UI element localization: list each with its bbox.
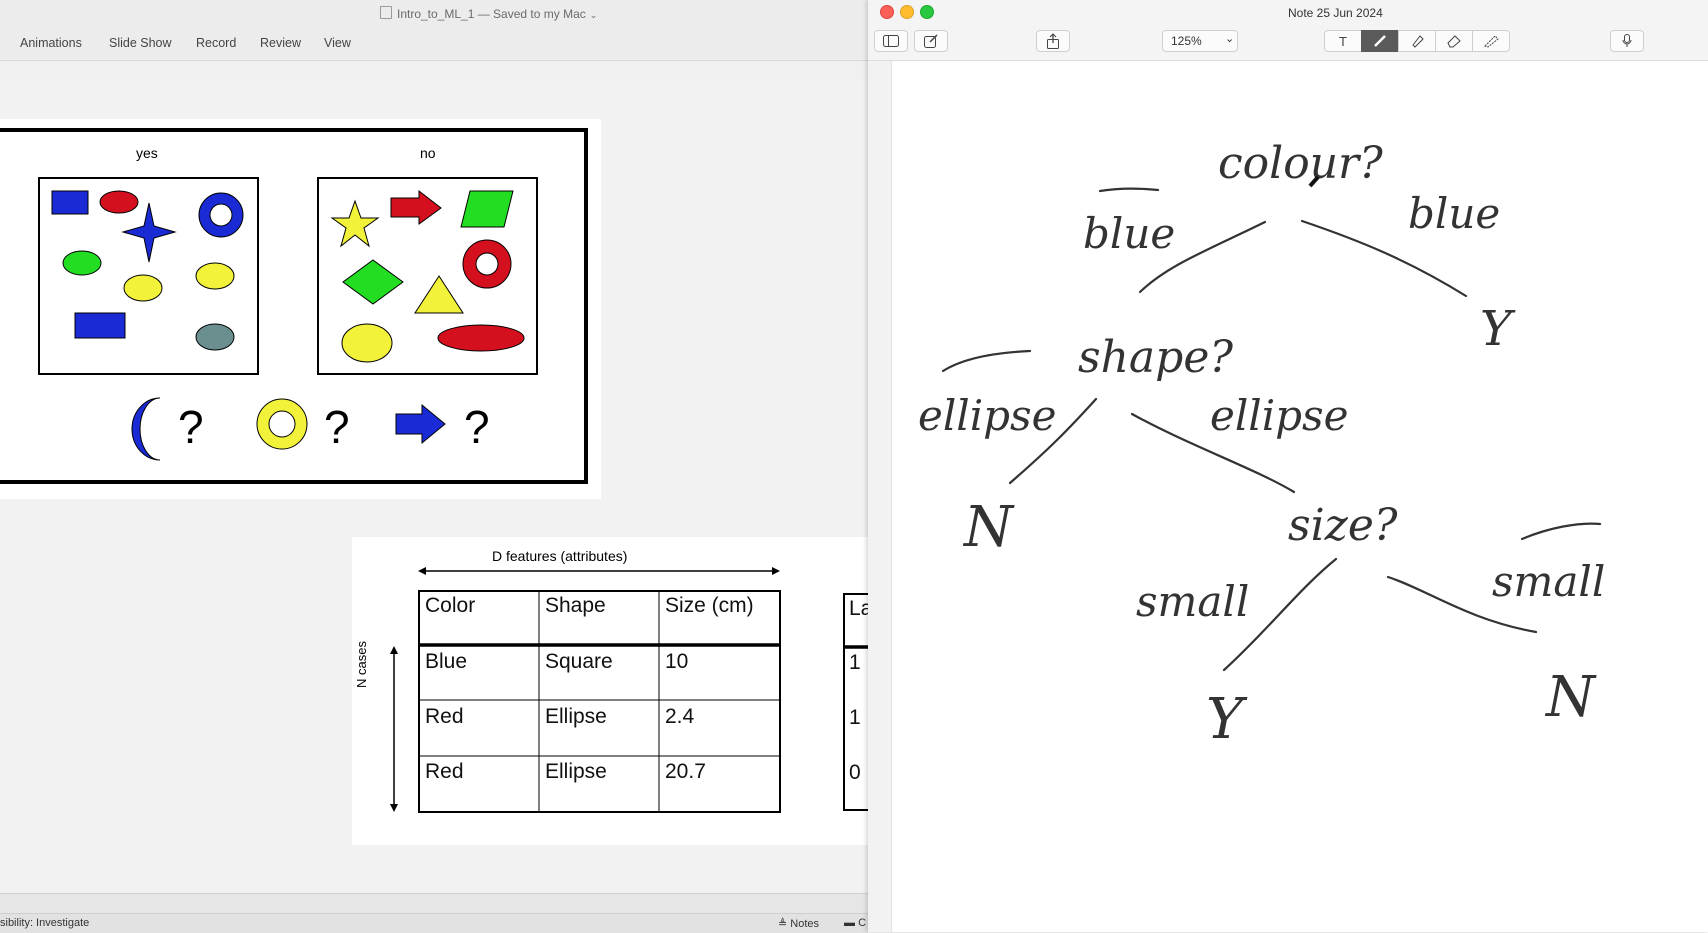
table-cell: Red <box>425 760 464 783</box>
table-cell: Red <box>425 705 464 728</box>
underline-small-right <box>1520 522 1602 541</box>
notes-toggle-button[interactable]: ≜ Notes <box>778 917 819 930</box>
branch-ellipse-left: ellipse <box>918 391 1056 440</box>
accessibility-status[interactable]: sibility: Investigate <box>0 917 89 929</box>
table-cell: Square <box>545 650 613 673</box>
leaf-n-bottom: N <box>1544 665 1597 730</box>
table-cell: 2.4 <box>665 705 695 728</box>
handwriting-canvas[interactable]: colour? blue blue Y shape? ellipse ellip… <box>868 0 1708 932</box>
table-cell: Blue <box>425 650 468 673</box>
table-cell: 10 <box>665 650 689 673</box>
label-cell: 0 <box>849 761 861 784</box>
branch-small-right: small <box>1492 557 1605 606</box>
leaf-y-bottom: Y <box>1206 687 1248 752</box>
branch-blue-left: blue <box>1083 209 1175 258</box>
label-cell: 1 <box>849 706 861 729</box>
comment-icon: ▬ <box>844 917 859 929</box>
table-cell: Ellipse <box>545 760 607 783</box>
table-cell: 20.7 <box>665 760 706 783</box>
node-shape: shape? <box>1078 332 1233 383</box>
leaf-y-right: Y <box>1480 301 1516 357</box>
leaf-n-left: N <box>962 495 1015 560</box>
underline-ellipse-left <box>941 349 1032 373</box>
branch-ellipse-right: ellipse <box>1210 391 1348 440</box>
branch-blue-right: blue <box>1408 189 1500 238</box>
horizontal-scrollbar[interactable] <box>0 893 868 914</box>
table-header-size: Size (cm) <box>665 594 754 617</box>
label-cell: 1 <box>849 651 861 674</box>
comments-button-label: C <box>858 917 867 929</box>
branch-small-left: small <box>1136 577 1249 626</box>
table-header-color: Color <box>425 594 476 617</box>
underline-blue-left <box>1098 187 1160 193</box>
node-size: size? <box>1288 500 1398 551</box>
node-colour: colour? <box>1218 138 1383 189</box>
table-header-shape: Shape <box>545 594 606 617</box>
notes-icon: ≜ <box>778 918 791 930</box>
ppt-statusbar: sibility: Investigate ≜ Notes ▬ C <box>0 913 868 933</box>
powerpoint-window: Intro_to_ML_1 — Saved to my Mac ⌄ Animati… <box>0 0 872 933</box>
notes-window: Note 25 Jun 2024 125% ⌄ T colour? blue b… <box>868 0 1708 932</box>
comments-button[interactable]: ▬ C <box>844 917 866 929</box>
table-cell: Ellipse <box>545 705 607 728</box>
notes-button-label: Notes <box>790 918 820 930</box>
tree-labels: colour? blue blue Y shape? ellipse ellip… <box>918 138 1605 752</box>
